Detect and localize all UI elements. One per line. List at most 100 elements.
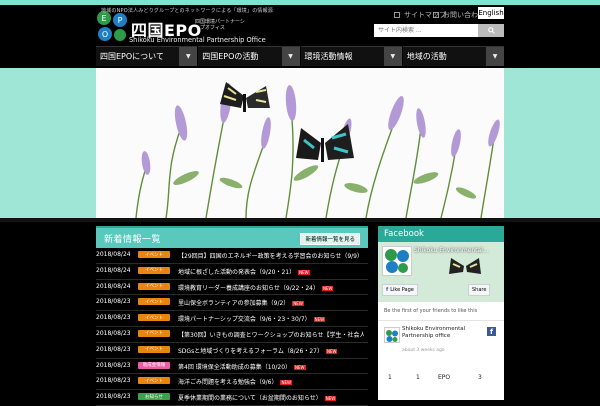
news-header: 新着情報一覧 新着情報一覧を見る: [96, 226, 368, 248]
category-badge[interactable]: イベント: [138, 251, 170, 258]
chevron-down-icon: ▼: [486, 47, 504, 66]
category-badge[interactable]: イベント: [138, 314, 170, 322]
news-date: 2018/08/23: [96, 361, 131, 369]
news-link[interactable]: 夏季休業期間の業務について（お盆期間のお知らせ） NEW: [178, 393, 337, 403]
top-stripe: [0, 0, 600, 5]
view-all-news-button[interactable]: 新着情報一覧を見る: [300, 233, 360, 245]
search-button[interactable]: [478, 24, 504, 37]
nav-item-label: 四国EPOについて: [100, 52, 164, 61]
facebook-page-name[interactable]: Shikoku Environmental...: [414, 247, 489, 254]
news-date: 2018/08/24: [96, 282, 131, 290]
nav-item-label: 環境活動情報: [304, 52, 353, 61]
category-badge[interactable]: お知らせ: [138, 393, 170, 401]
news-title-text: 夏季休業期間の業務について（お盆期間のお知らせ）: [178, 395, 322, 403]
nav-item-env-info[interactable]: 環境活動情報 ▼: [300, 46, 402, 66]
category-badge[interactable]: イベント: [138, 377, 170, 385]
news-link[interactable]: 里山保全ボランティアの参加募集（9/2） NEW: [178, 298, 304, 307]
hero-image: [96, 68, 504, 218]
category-badge[interactable]: イベント: [138, 329, 170, 337]
new-badge: NEW: [325, 348, 338, 354]
nav-item-label: 地域の活動: [406, 52, 447, 61]
news-link[interactable]: SDGsと地域づくりを考えるフォーラム（8/26・27） NEW: [178, 346, 338, 355]
news-title-text: 海洋ごみ問題を考える勉強会（9/6）: [178, 379, 278, 387]
news-row[interactable]: 2018/08/24 イベント 環境教育リーダー養成講座のお知らせ（9/22・24）…: [96, 280, 368, 296]
site-logo[interactable]: E P O 地域のNPO法人みどりグループとのネットワークによる「環境」の情報源…: [95, 7, 273, 45]
news-row[interactable]: 2018/08/23 イベント 海洋ごみ問題を考える勉強会（9/6） NEW: [96, 374, 368, 391]
search-icon: [487, 27, 495, 34]
share-button[interactable]: Share: [468, 284, 491, 296]
facebook-post-time[interactable]: about 3 weeks ago: [402, 348, 445, 353]
news-date: 2018/08/23: [96, 298, 131, 306]
news-row[interactable]: 2018/08/23 イベント 【第30回】いきもの調査とワークショップのお知らせ【…: [96, 327, 368, 343]
news-title-text: 【第30回】いきもの調査とワークショップのお知らせ【学生・社会人向け】（9/12…: [178, 331, 364, 339]
news-link[interactable]: 【29回目】四国のエネルギー政策を考える学習会のお知らせ（9/9）NEW: [178, 251, 364, 260]
facebook-post-stats: 1 1 EPO 3: [378, 367, 504, 391]
butterfly-icon: [449, 258, 481, 274]
butterflies-flowers-illustration: [96, 68, 504, 218]
category-badge[interactable]: イベント: [138, 266, 170, 274]
like-page-label: Like Page: [390, 287, 414, 293]
news-row[interactable]: 2018/08/23 イベント 里山保全ボランティアの参加募集（9/2） NEW: [96, 295, 368, 312]
news-link[interactable]: 【第30回】いきもの調査とワークショップのお知らせ【学生・社会人向け】（9/12…: [178, 330, 364, 339]
new-badge: NEW: [292, 301, 304, 307]
nav-item-about[interactable]: 四国EPOについて ▼: [96, 46, 198, 66]
news-link[interactable]: 第4回 環境保全活動助成の募集（10/20） NEW: [178, 362, 306, 371]
news-row[interactable]: 2018/08/23 助成金情報 第4回 環境保全活動助成の募集（10/20） NEW: [96, 359, 368, 375]
svg-text:O: O: [102, 30, 108, 39]
new-badge: NEW: [324, 396, 337, 402]
search-input[interactable]: [374, 24, 476, 37]
news-link[interactable]: 地域に根ざした活動の発表会（9/20・21） NEW: [178, 267, 310, 276]
logo-tagline: 地域のNPO法人みどりグループとのネットワークによる「環境」の情報源: [101, 8, 273, 14]
square-bullet-icon: [433, 12, 439, 18]
square-bullet-icon: [394, 12, 400, 18]
new-badge: NEW: [294, 364, 306, 370]
nav-item-local[interactable]: 地域の活動 ▼: [402, 46, 504, 66]
facebook-header: Facebook: [378, 226, 504, 242]
news-link[interactable]: 海洋ごみ問題を考える勉強会（9/6） NEW: [178, 377, 292, 386]
category-badge[interactable]: イベント: [138, 282, 170, 290]
new-badge: NEW: [298, 269, 310, 275]
facebook-post-author[interactable]: Shikoku Environmental Partnership office: [402, 326, 482, 340]
facebook-post: Shikoku Environmental Partnership office…: [378, 321, 504, 367]
facebook-page-avatar[interactable]: [382, 246, 412, 276]
chevron-down-icon: ▼: [179, 47, 198, 66]
new-badge: NEW: [313, 317, 326, 323]
new-badge: NEW: [322, 285, 334, 291]
facebook-post-avatar[interactable]: [384, 327, 400, 343]
news-row[interactable]: 2018/08/24 イベント 地域に根ざした活動の発表会（9/20・21） NEW: [96, 264, 368, 280]
nav-item-activities[interactable]: 四国EPOの活動 ▼: [198, 46, 300, 66]
site-search: [374, 24, 504, 37]
epo-logo-icon: [386, 330, 398, 342]
news-title-text: SDGsと地域づくりを考えるフォーラム（8/26・27）: [178, 347, 323, 355]
news-date: 2018/08/23: [96, 393, 131, 401]
news-title-text: 里山保全ボランティアの参加募集（9/2）: [178, 300, 290, 308]
nav-item-label: 四国EPOの活動: [202, 52, 259, 61]
news-row[interactable]: 2018/08/23 お知らせ 夏季休業期間の業務について（お盆期間のお知らせ） NE…: [96, 390, 368, 406]
svg-text:P: P: [118, 16, 123, 25]
stat-value: 3: [478, 374, 482, 381]
stat-value: 1: [388, 374, 392, 381]
news-title-text: 環境パートナーシップ交流会（9/6・23・30/7）: [178, 316, 311, 324]
logo-jp-subtitle: 四国環境パートナーシップオフィス: [195, 19, 245, 31]
news-row[interactable]: 2018/08/23 イベント SDGsと地域づくりを考えるフォーラム（8/26・2…: [96, 343, 368, 359]
news-title: 新着情報一覧: [104, 235, 162, 245]
news-section: 新着情報一覧 新着情報一覧を見る 2018/08/24 イベント 【29回目】四国の…: [96, 226, 368, 406]
stat-value: EPO: [438, 374, 451, 381]
facebook-icon[interactable]: f: [487, 327, 496, 336]
main-nav: 四国EPOについて ▼ 四国EPOの活動 ▼ 環境活動情報 ▼ 地域の活動 ▼: [96, 46, 504, 66]
category-badge[interactable]: イベント: [138, 298, 170, 306]
news-link[interactable]: 環境パートナーシップ交流会（9/6・23・30/7） NEW: [178, 314, 326, 324]
category-badge[interactable]: 助成金情報: [138, 361, 170, 369]
news-row[interactable]: 2018/08/24 イベント 【29回目】四国のエネルギー政策を考える学習会のお知…: [96, 248, 368, 264]
news-title-text: 地域に根ざした活動の発表会（9/20・21）: [178, 268, 296, 276]
news-date: 2018/08/23: [96, 329, 131, 337]
news-title-text: 環境教育リーダー養成講座のお知らせ（9/22・24）: [178, 284, 319, 292]
news-title-text: 第4回 環境保全活動助成の募集（10/20）: [178, 363, 292, 371]
category-badge[interactable]: イベント: [138, 345, 170, 353]
section-divider: [0, 218, 600, 222]
like-page-button[interactable]: f Like Page: [382, 284, 418, 296]
facebook-cover: Shikoku Environmental... f Like Page Sha…: [378, 242, 504, 302]
news-row[interactable]: 2018/08/23 イベント 環境パートナーシップ交流会（9/6・23・30/7）…: [96, 311, 368, 327]
news-link[interactable]: 環境教育リーダー養成講座のお知らせ（9/22・24） NEW: [178, 283, 334, 292]
english-button[interactable]: English: [478, 7, 504, 19]
